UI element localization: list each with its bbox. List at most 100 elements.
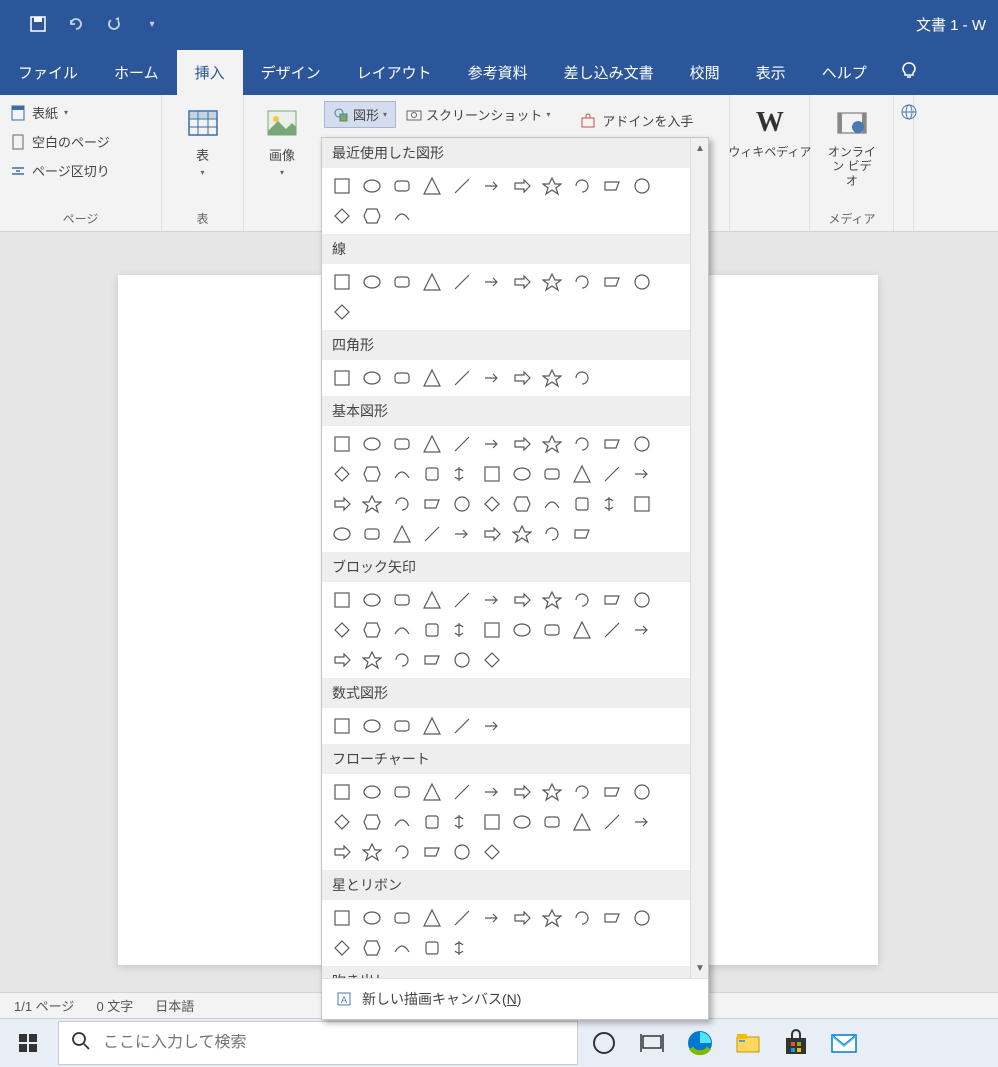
shape-flowchart-3[interactable]	[418, 778, 446, 806]
online-video-button[interactable]: オンライン ビデオ	[816, 101, 887, 192]
shape-basic-13[interactable]	[388, 460, 416, 488]
new-canvas-button[interactable]: A 新しい描画キャンバス(N)	[322, 978, 708, 1019]
shape-flowchart-25[interactable]	[418, 838, 446, 866]
shape-flowchart-17[interactable]	[508, 808, 536, 836]
shape-basic-39[interactable]	[508, 520, 536, 548]
shapes-button[interactable]: 図形 ▾	[324, 101, 396, 128]
shape-flowchart-24[interactable]	[388, 838, 416, 866]
shape-lines-11[interactable]	[328, 298, 356, 326]
shape-basic-36[interactable]	[418, 520, 446, 548]
shape-basic-32[interactable]	[628, 490, 656, 518]
shape-lines-9[interactable]	[598, 268, 626, 296]
shape-lines-8[interactable]	[568, 268, 596, 296]
shape-arrows-11[interactable]	[328, 616, 356, 644]
shape-basic-24[interactable]	[388, 490, 416, 518]
shape-basic-19[interactable]	[568, 460, 596, 488]
shape-basic-18[interactable]	[538, 460, 566, 488]
shape-recent-13[interactable]	[388, 202, 416, 230]
shape-flowchart-12[interactable]	[358, 808, 386, 836]
shape-lines-2[interactable]	[388, 268, 416, 296]
shape-flowchart-14[interactable]	[418, 808, 446, 836]
shape-stars-6[interactable]	[508, 904, 536, 932]
shape-arrows-8[interactable]	[568, 586, 596, 614]
shape-basic-5[interactable]	[478, 430, 506, 458]
cortana-icon[interactable]	[580, 1019, 628, 1067]
shape-arrows-16[interactable]	[478, 616, 506, 644]
shape-recent-0[interactable]	[328, 172, 356, 200]
shape-stars-0[interactable]	[328, 904, 356, 932]
shape-stars-10[interactable]	[628, 904, 656, 932]
screenshot-button[interactable]: スクリーンショット ▾	[400, 97, 556, 132]
shape-stars-8[interactable]	[568, 904, 596, 932]
shape-equation-0[interactable]	[328, 712, 356, 740]
shape-flowchart-6[interactable]	[508, 778, 536, 806]
shape-recent-9[interactable]	[598, 172, 626, 200]
taskbar-search[interactable]	[58, 1021, 578, 1065]
shape-recent-7[interactable]	[538, 172, 566, 200]
shape-recent-2[interactable]	[388, 172, 416, 200]
shape-recent-3[interactable]	[418, 172, 446, 200]
shape-lines-3[interactable]	[418, 268, 446, 296]
shape-arrows-0[interactable]	[328, 586, 356, 614]
shape-arrows-7[interactable]	[538, 586, 566, 614]
tab-insert[interactable]: 挿入	[177, 50, 243, 95]
scroll-up-icon[interactable]: ▲	[691, 138, 708, 158]
shape-basic-40[interactable]	[538, 520, 566, 548]
shape-flowchart-19[interactable]	[568, 808, 596, 836]
shape-arrows-2[interactable]	[388, 586, 416, 614]
shape-stars-15[interactable]	[448, 934, 476, 962]
shape-rects-7[interactable]	[538, 364, 566, 392]
shape-flowchart-27[interactable]	[478, 838, 506, 866]
shape-lines-6[interactable]	[508, 268, 536, 296]
shape-rects-5[interactable]	[478, 364, 506, 392]
shape-stars-2[interactable]	[388, 904, 416, 932]
tab-design[interactable]: デザイン	[243, 50, 339, 95]
shape-basic-31[interactable]	[598, 490, 626, 518]
shape-recent-11[interactable]	[328, 202, 356, 230]
shape-basic-35[interactable]	[388, 520, 416, 548]
wikipedia-button[interactable]: W ウィキペディア	[736, 101, 803, 163]
start-button[interactable]	[0, 1019, 56, 1067]
shape-basic-16[interactable]	[478, 460, 506, 488]
shape-flowchart-1[interactable]	[358, 778, 386, 806]
shape-stars-13[interactable]	[388, 934, 416, 962]
shape-basic-10[interactable]	[628, 430, 656, 458]
tab-help[interactable]: ヘルプ	[804, 50, 885, 95]
status-page[interactable]: 1/1 ページ	[14, 996, 74, 1015]
shape-arrows-25[interactable]	[418, 646, 446, 674]
shape-stars-1[interactable]	[358, 904, 386, 932]
shape-arrows-18[interactable]	[538, 616, 566, 644]
shape-basic-1[interactable]	[358, 430, 386, 458]
shape-flowchart-7[interactable]	[538, 778, 566, 806]
shape-stars-12[interactable]	[358, 934, 386, 962]
tell-me-icon[interactable]	[885, 51, 933, 95]
shape-basic-27[interactable]	[478, 490, 506, 518]
shape-basic-28[interactable]	[508, 490, 536, 518]
table-button[interactable]: 表 ▾	[168, 101, 237, 181]
tab-references[interactable]: 参考資料	[450, 50, 546, 95]
task-view-icon[interactable]	[628, 1019, 676, 1067]
shape-basic-7[interactable]	[538, 430, 566, 458]
shape-recent-1[interactable]	[358, 172, 386, 200]
tab-view[interactable]: 表示	[738, 50, 804, 95]
shape-flowchart-2[interactable]	[388, 778, 416, 806]
shape-flowchart-5[interactable]	[478, 778, 506, 806]
shape-flowchart-21[interactable]	[628, 808, 656, 836]
shape-flowchart-10[interactable]	[628, 778, 656, 806]
edge-icon[interactable]	[676, 1019, 724, 1067]
shape-rects-6[interactable]	[508, 364, 536, 392]
shape-basic-29[interactable]	[538, 490, 566, 518]
shape-flowchart-8[interactable]	[568, 778, 596, 806]
shape-basic-34[interactable]	[358, 520, 386, 548]
tab-home[interactable]: ホーム	[96, 50, 177, 95]
shape-lines-1[interactable]	[358, 268, 386, 296]
shape-basic-9[interactable]	[598, 430, 626, 458]
shape-basic-17[interactable]	[508, 460, 536, 488]
shape-lines-0[interactable]	[328, 268, 356, 296]
shape-arrows-3[interactable]	[418, 586, 446, 614]
shape-stars-14[interactable]	[418, 934, 446, 962]
shape-arrows-17[interactable]	[508, 616, 536, 644]
shape-arrows-15[interactable]	[448, 616, 476, 644]
shape-recent-8[interactable]	[568, 172, 596, 200]
shape-arrows-24[interactable]	[388, 646, 416, 674]
